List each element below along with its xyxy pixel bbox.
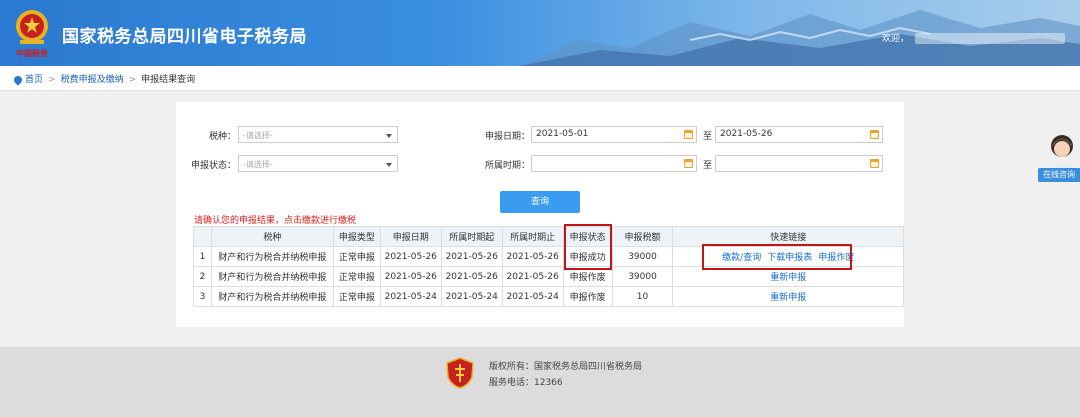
cell-date: 2021-05-26 — [379, 266, 442, 287]
hotline-text: 服务电话：12366 — [489, 378, 563, 388]
cell-tax: 财产和行为税合并纳税申报 — [210, 246, 334, 267]
col-header-index — [193, 226, 212, 247]
status-label: 申报状态： — [190, 161, 236, 171]
chevron-down-icon — [386, 163, 392, 167]
cell-amount: 39000 — [611, 246, 674, 267]
to-label: 至 — [703, 161, 713, 171]
welcome-text: 欢迎， — [882, 31, 1066, 44]
tax-shield-logo — [446, 357, 474, 389]
warning-message: 请确认您的申报结果，点击缴款进行缴税 — [194, 216, 357, 226]
cell-period-end: 2021-05-24 — [501, 286, 564, 307]
status-highlight-box — [564, 224, 612, 270]
period-label: 所属时期： — [484, 161, 530, 171]
cell-date: 2021-05-26 — [379, 246, 442, 267]
cell-date: 2021-05-24 — [379, 286, 442, 307]
cell-status: 申报作废 — [562, 286, 613, 307]
col-header-tax: 税种 — [210, 226, 334, 247]
table-row: 3 财产和行为税合并纳税申报 正常申报 2021-05-24 2021-05-2… — [193, 286, 904, 307]
tax-emblem-logo: 中国税务 — [16, 10, 49, 58]
redacted-username — [915, 33, 1066, 44]
cell-period-start: 2021-05-24 — [440, 286, 503, 307]
breadcrumb: 首页 > 税费申报及缴纳 > 申报结果查询 — [0, 66, 1080, 91]
svg-text:中国税务: 中国税务 — [16, 48, 49, 58]
footer-info: 版权所有：国家税务总局四川省税务局 服务电话：12366 — [489, 359, 642, 391]
col-header-period-start: 所属时期起 — [440, 226, 503, 247]
cell-amount: 39000 — [611, 266, 674, 287]
cell-index: 2 — [193, 266, 212, 287]
location-pin-icon — [12, 73, 24, 86]
breadcrumb-current: 申报结果查询 — [141, 75, 196, 85]
period-from-input[interactable] — [531, 155, 697, 172]
breadcrumb-tax-declaration[interactable]: 税费申报及缴纳 — [61, 75, 124, 85]
period-to-input[interactable] — [715, 155, 883, 172]
links-highlight-box — [702, 244, 852, 270]
cell-period-end: 2021-05-26 — [501, 266, 564, 287]
decl-date-label: 申报日期： — [484, 132, 530, 142]
site-header: 中国税务 国家税务总局四川省电子税务局 欢迎， — [0, 0, 1080, 66]
query-panel: 税种： -请选择- 申报日期： 2021-05-01 至 2021-05-26 … — [176, 102, 904, 327]
status-select[interactable]: -请选择- — [238, 155, 398, 172]
cell-type: 正常申报 — [332, 286, 381, 307]
tax-type-select[interactable]: -请选择- — [238, 126, 398, 143]
decl-date-to-input[interactable]: 2021-05-26 — [715, 126, 883, 143]
to-label: 至 — [703, 132, 713, 142]
cell-index: 3 — [193, 286, 212, 307]
cell-tax: 财产和行为税合并纳税申报 — [210, 266, 334, 287]
redeclare-link[interactable]: 重新申报 — [770, 273, 806, 283]
cell-tax: 财产和行为税合并纳税申报 — [210, 286, 334, 307]
cell-period-end: 2021-05-26 — [501, 246, 564, 267]
breadcrumb-home[interactable]: 首页 — [25, 75, 43, 85]
query-button[interactable]: 查询 — [500, 191, 580, 213]
cell-amount: 10 — [611, 286, 674, 307]
redeclare-link[interactable]: 重新申报 — [770, 293, 806, 303]
col-header-date: 申报日期 — [379, 226, 442, 247]
cell-period-start: 2021-05-26 — [440, 266, 503, 287]
cell-index: 1 — [193, 246, 212, 267]
cell-period-start: 2021-05-26 — [440, 246, 503, 267]
calendar-icon[interactable] — [870, 159, 879, 168]
decl-date-from-input[interactable]: 2021-05-01 — [531, 126, 697, 143]
calendar-icon[interactable] — [684, 130, 693, 139]
col-header-amount: 申报税额 — [611, 226, 674, 247]
online-consult-button[interactable]: 在线咨询 — [1038, 168, 1080, 182]
col-header-period-end: 所属时期止 — [501, 226, 564, 247]
calendar-icon[interactable] — [684, 159, 693, 168]
chevron-down-icon — [386, 134, 392, 138]
tax-type-label: 税种： — [208, 132, 236, 142]
cell-type: 正常申报 — [332, 266, 381, 287]
col-header-type: 申报类型 — [332, 226, 381, 247]
cell-links: 重新申报 — [672, 286, 904, 307]
calendar-icon[interactable] — [870, 130, 879, 139]
copyright-text: 版权所有：国家税务总局四川省税务局 — [489, 362, 643, 372]
site-title: 国家税务总局四川省电子税务局 — [62, 27, 307, 47]
cell-type: 正常申报 — [332, 246, 381, 267]
